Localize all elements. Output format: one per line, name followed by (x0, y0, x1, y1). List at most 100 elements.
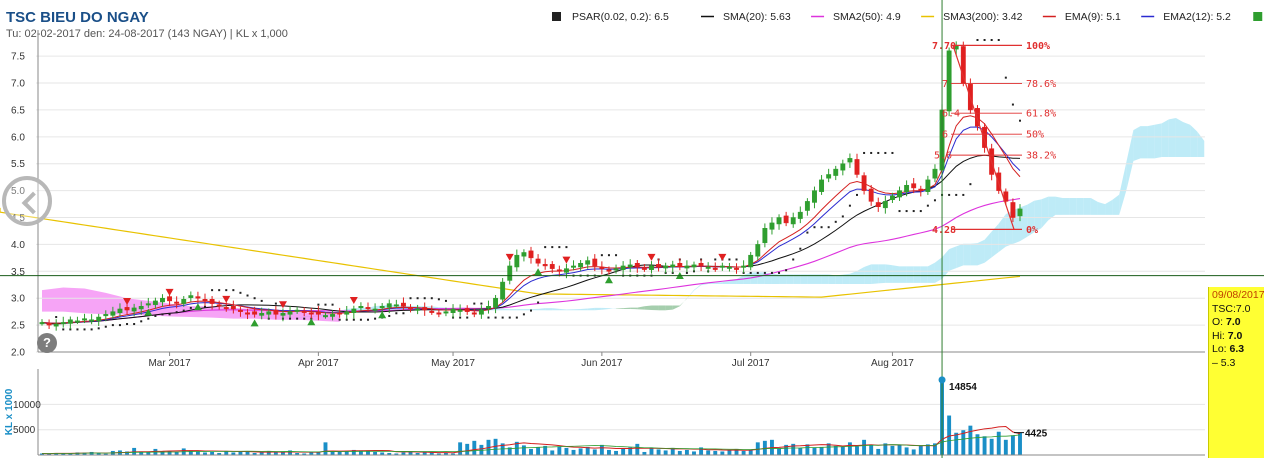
psar-dot (225, 289, 228, 292)
volume-bar (195, 451, 200, 455)
psar-dot (799, 247, 802, 250)
cloud-segment (594, 307, 602, 311)
legend-item: SMA2(50): 4.9 (811, 11, 901, 23)
tooltip-low-label: Lo: (1212, 343, 1227, 355)
psar-dot (990, 39, 993, 41)
psar-dot (437, 298, 440, 301)
fib-level-label: 78.6% (1026, 79, 1056, 90)
candle-body (897, 190, 902, 198)
candle-body (53, 323, 59, 327)
psar-dot (841, 215, 844, 218)
volume-bar (607, 449, 611, 455)
stock-chart-svg[interactable]: 100% 78.6% 61.8% 50% 38.2% 0% 7.70 7 6.4 6 5.6 4.28… (0, 0, 1264, 458)
candle-body (39, 322, 45, 325)
tooltip-high-value: 7.0 (1227, 329, 1243, 342)
candle-body (188, 295, 194, 298)
psar-dot (239, 291, 242, 294)
psar-dot (218, 289, 221, 292)
candle-body (393, 304, 399, 307)
volume-bar (968, 425, 973, 455)
help-icon[interactable]: ? (37, 333, 57, 353)
cloud-segment (1083, 198, 1091, 215)
volume-bar (614, 450, 618, 455)
psar-dot (834, 220, 837, 223)
psar-dot (62, 328, 65, 331)
cloud-segment (523, 309, 531, 311)
candle-body (932, 168, 938, 179)
psar-dot (884, 151, 887, 154)
cloud-segment (899, 266, 907, 283)
volume-last-annotation: 4425 (1025, 429, 1048, 440)
psar-dot (175, 311, 178, 314)
psar-dot (111, 324, 114, 327)
candle-body (620, 265, 626, 270)
legend: PSAR(0.02, 0.2): 6.5 SMA(20): 5.63 SMA2(50… (552, 11, 1263, 23)
tooltip-date: 09/08/2017 (1212, 289, 1264, 301)
psar-dot (359, 318, 362, 321)
psar-dot (870, 151, 873, 154)
volume-bar (465, 443, 470, 455)
candle-body (457, 309, 463, 312)
psar-dot (274, 302, 277, 305)
psar-dot (501, 316, 504, 319)
psar-dot (182, 309, 185, 312)
buy-marker-triangle (604, 276, 613, 284)
candle-body (670, 264, 676, 268)
psar-dot (600, 254, 603, 257)
volume-y-tick-label: 10000 (13, 400, 41, 411)
candle-body (400, 302, 406, 307)
fib-price-label: 5.6 (934, 151, 952, 162)
volume-bar (684, 449, 689, 455)
cloud-segment (942, 249, 950, 279)
tooltip-name: TSC:7.0 (1212, 302, 1251, 315)
candle-body (854, 159, 860, 175)
psar-dot (324, 303, 327, 306)
volume-bar (521, 445, 526, 455)
candle-body (904, 184, 910, 192)
cloud-segment (1055, 196, 1063, 215)
psar-dot (976, 39, 979, 41)
cloud-segment (275, 321, 283, 322)
fib-price-label: 6.4 (942, 109, 960, 120)
cloud-segment (1126, 130, 1134, 191)
candle-body (450, 308, 456, 313)
psar-dot (544, 246, 547, 249)
y-tick-label: 7.0 (11, 79, 25, 90)
candle-body (656, 264, 662, 268)
volume-bar (536, 447, 541, 455)
volume-bar (947, 415, 952, 455)
volume-bar (458, 442, 463, 455)
volume-bar (592, 449, 597, 455)
legend-marker-square (552, 12, 561, 21)
candle-body (117, 308, 123, 313)
buy-marker-triangle (250, 319, 259, 327)
psar-dot (898, 210, 901, 213)
candle-body (918, 188, 924, 191)
chevron-left-icon[interactable] (2, 176, 52, 226)
psar-dot (933, 199, 936, 202)
candle-body (634, 262, 640, 268)
cloud-segment (1154, 123, 1162, 159)
psar-dot (763, 271, 766, 274)
candle-body (585, 260, 591, 265)
candle-body (726, 266, 732, 269)
candle-body (698, 262, 704, 267)
fib-level-label: 0% (1026, 225, 1038, 236)
candle-body (790, 217, 796, 225)
candle-body (762, 228, 768, 244)
psar-dot (714, 258, 717, 261)
cloud-segment (658, 305, 666, 311)
candle-body (160, 297, 165, 303)
candle-body (266, 311, 272, 315)
candle-body (280, 313, 286, 316)
cloud-segment (1119, 162, 1127, 215)
psar-dot (296, 317, 299, 320)
psar-dot (388, 314, 391, 317)
candle-body (245, 312, 250, 315)
candle-body (606, 269, 612, 272)
legend-label: SMA2(50): 4.9 (833, 11, 901, 23)
psar-dot (508, 316, 511, 319)
candle-body (712, 267, 718, 270)
cloud-segment (998, 214, 1006, 252)
candle-body (826, 174, 832, 179)
